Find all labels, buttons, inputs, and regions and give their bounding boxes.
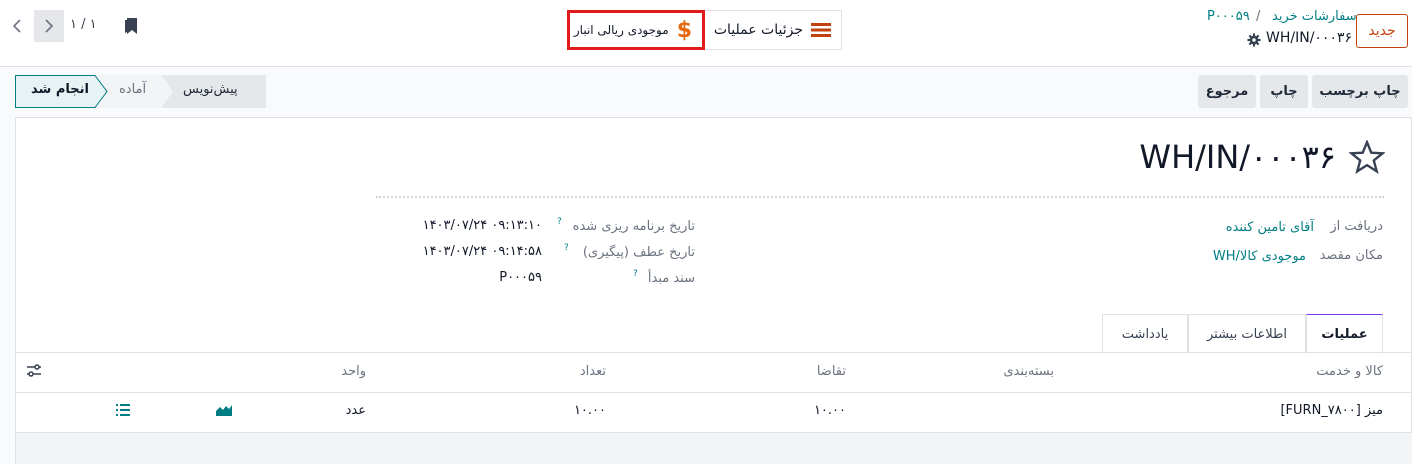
deadline-label: تاریخ عطف (پیگیری) — [582, 245, 695, 260]
tab-divider — [16, 352, 1412, 353]
status-ready[interactable]: آماده — [119, 82, 146, 97]
destination-label: مکان مقصد — [1319, 248, 1383, 263]
origin-value[interactable]: P۰۰۰۵۹ — [499, 270, 542, 285]
pager-previous-button[interactable] — [2, 10, 32, 42]
row-demand[interactable]: ۱۰.۰۰ — [814, 403, 846, 418]
deadline-value[interactable]: ۱۴۰۳/۰۷/۲۴ ۰۹:۱۴:۵۸ — [423, 244, 542, 259]
tab-note[interactable]: یادداشت — [1102, 314, 1188, 353]
title-underline — [376, 196, 1384, 198]
scheduled-date-value[interactable]: ۱۴۰۳/۰۷/۲۴ ۰۹:۱۳:۱۰ — [423, 218, 542, 233]
stock-valuation-button[interactable]: موجودی ریالی انبار $ — [567, 10, 705, 50]
star-icon[interactable] — [1349, 140, 1385, 174]
breadcrumb-po[interactable]: P۰۰۰۵۹ — [1207, 9, 1250, 24]
print-labels-button[interactable]: چاپ برچسب — [1312, 75, 1408, 108]
row-product[interactable]: [FURN_۷۸۰۰] میز — [1280, 403, 1383, 418]
stock-valuation-label: موجودی ریالی انبار — [573, 23, 669, 37]
column-header-quantity[interactable]: تعداد — [580, 364, 606, 379]
help-icon[interactable]: ? — [564, 243, 569, 253]
row-unit[interactable]: عدد — [346, 403, 366, 418]
dollar-icon: $ — [676, 17, 692, 43]
column-header-unit[interactable]: واحد — [341, 364, 366, 379]
table-footer-area — [16, 433, 1412, 464]
operations-detail-button[interactable]: جزئیات عملیات — [704, 10, 842, 50]
breadcrumb-separator: / — [1256, 9, 1261, 24]
forecast-chart-icon[interactable] — [216, 404, 232, 416]
origin-label: سند مبدأ — [647, 271, 695, 286]
receive-from-label: دریافت از — [1330, 219, 1383, 234]
optional-columns-icon[interactable] — [26, 364, 42, 378]
receive-from-value[interactable]: آقای تامین کننده — [1226, 220, 1314, 235]
column-header-product[interactable]: کالا و خدمت — [1316, 364, 1383, 379]
operations-detail-label: جزئیات عملیات — [713, 22, 803, 38]
breadcrumb-purchase-orders[interactable]: سفارشات خرید — [1272, 9, 1357, 24]
record-title: WH/IN/۰۰۰۳۶ — [1139, 138, 1336, 176]
return-button[interactable]: مرجوع — [1198, 75, 1256, 108]
breadcrumb-current-record: WH/IN/۰۰۰۳۶ — [1266, 30, 1353, 46]
status-draft[interactable]: پیش‌نویس — [183, 82, 238, 97]
print-button[interactable]: چاپ — [1260, 75, 1308, 108]
destination-value[interactable]: WH/موجودی کالا — [1213, 249, 1306, 264]
bookmark-icon[interactable] — [124, 17, 138, 35]
status-done[interactable]: انجام شد — [31, 82, 89, 97]
tab-additional-info[interactable]: اطلاعات بیشتر — [1188, 314, 1306, 353]
tab-operations[interactable]: عملیات — [1306, 314, 1383, 354]
pager-value[interactable]: ۱ / ۱ — [70, 17, 97, 32]
new-button[interactable]: جدید — [1356, 14, 1408, 48]
scheduled-date-label: تاریخ برنامه ریزی شده — [572, 219, 695, 234]
chevron-right-icon — [45, 19, 54, 33]
chevron-left-icon — [12, 19, 21, 33]
row-quantity[interactable]: ۱۰.۰۰ — [574, 403, 606, 418]
pager-next-button[interactable] — [34, 10, 64, 42]
table-header-divider — [16, 392, 1412, 393]
help-icon[interactable]: ? — [633, 269, 638, 279]
list-bars-icon — [811, 23, 831, 37]
help-icon[interactable]: ? — [557, 217, 562, 227]
detailed-operations-icon[interactable] — [116, 404, 130, 416]
column-header-demand[interactable]: تقاضا — [817, 364, 846, 379]
gear-icon[interactable] — [1247, 33, 1261, 47]
column-header-packaging[interactable]: بسته‌بندی — [1003, 364, 1054, 379]
